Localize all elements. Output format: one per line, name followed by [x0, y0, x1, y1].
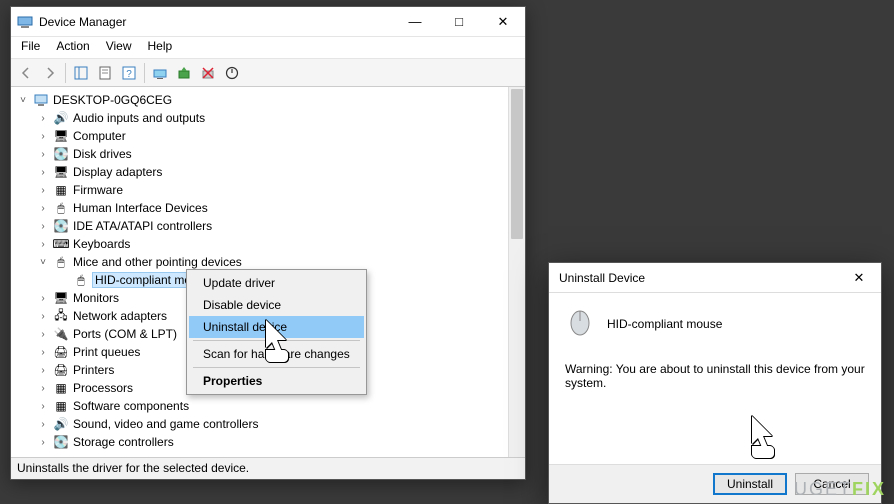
software-icon: ▦ — [53, 398, 69, 414]
chevron-right-icon[interactable]: › — [37, 347, 49, 358]
root-label: DESKTOP-0GQ6CEG — [53, 93, 172, 107]
vertical-scrollbar[interactable] — [508, 87, 525, 457]
toolbar-separator — [65, 63, 66, 83]
chevron-right-icon[interactable]: › — [37, 383, 49, 394]
statusbar: Uninstalls the driver for the selected d… — [11, 457, 525, 479]
tree-category[interactable]: ›🖱Human Interface Devices — [17, 199, 525, 217]
ctx-update-driver[interactable]: Update driver — [189, 272, 364, 294]
mouse-icon: 🖱 — [73, 272, 89, 288]
tree-category[interactable]: ›💽Disk drives — [17, 145, 525, 163]
tree-category[interactable]: ›▦Firmware — [17, 181, 525, 199]
display-icon: 🖥 — [53, 164, 69, 180]
tree-category[interactable]: ›🔊Sound, video and game controllers — [17, 415, 525, 433]
dialog-close-button[interactable]: ✕ — [837, 263, 881, 293]
disk-icon: 💽 — [53, 146, 69, 162]
menubar: File Action View Help — [11, 37, 525, 59]
maximize-button[interactable]: □ — [437, 7, 481, 37]
audio-icon: 🔊 — [53, 110, 69, 126]
tree-root[interactable]: ˅ DESKTOP-0GQ6CEG — [17, 91, 525, 109]
printer-icon: 🖨 — [53, 362, 69, 378]
menu-file[interactable]: File — [13, 37, 48, 58]
close-button[interactable]: ✕ — [481, 7, 525, 37]
update-driver-button[interactable] — [173, 62, 195, 84]
chevron-right-icon[interactable]: › — [37, 401, 49, 412]
context-separator — [193, 367, 360, 368]
window-title: Device Manager — [39, 15, 393, 29]
storage-icon: 💽 — [53, 434, 69, 450]
context-separator — [193, 340, 360, 341]
chevron-right-icon[interactable]: › — [37, 167, 49, 178]
chevron-right-icon[interactable]: › — [37, 113, 49, 124]
scan-hardware-button[interactable] — [149, 62, 171, 84]
chevron-right-icon[interactable]: › — [37, 149, 49, 160]
chevron-right-icon[interactable]: › — [37, 419, 49, 430]
scrollbar-thumb[interactable] — [511, 89, 523, 239]
computer-icon — [33, 92, 49, 108]
dialog-device-name: HID-compliant mouse — [607, 317, 722, 331]
app-icon — [17, 14, 33, 30]
ctx-scan-hardware[interactable]: Scan for hardware changes — [189, 343, 364, 365]
chevron-down-icon[interactable]: ˅ — [37, 257, 49, 268]
toolbar: ? — [11, 59, 525, 87]
context-menu: Update driver Disable device Uninstall d… — [186, 269, 367, 395]
chevron-right-icon[interactable]: › — [37, 437, 49, 448]
network-icon: 🖧 — [53, 308, 69, 324]
minimize-button[interactable]: — — [393, 7, 437, 37]
chevron-right-icon[interactable]: › — [37, 203, 49, 214]
ctx-uninstall-device[interactable]: Uninstall device — [189, 316, 364, 338]
chevron-right-icon[interactable]: › — [37, 185, 49, 196]
chevron-right-icon[interactable]: › — [37, 221, 49, 232]
chevron-right-icon[interactable]: › — [37, 239, 49, 250]
computer-icon: 🖥 — [53, 128, 69, 144]
monitor-icon: 🖥 — [53, 290, 69, 306]
tree-category[interactable]: ›▦Software components — [17, 397, 525, 415]
tree-category[interactable]: ›⌨Keyboards — [17, 235, 525, 253]
chevron-right-icon[interactable]: › — [37, 311, 49, 322]
ide-icon: 💽 — [53, 218, 69, 234]
watermark: UGETFIX — [794, 479, 886, 500]
print-queue-icon: 🖨 — [53, 344, 69, 360]
ctx-properties[interactable]: Properties — [189, 370, 364, 392]
device-manager-window: Device Manager — □ ✕ File Action View He… — [10, 6, 526, 480]
mouse-icon: 🖱 — [53, 254, 69, 270]
menu-action[interactable]: Action — [48, 37, 97, 58]
dialog-title: Uninstall Device — [549, 271, 837, 285]
tree-category[interactable]: ›💽IDE ATA/ATAPI controllers — [17, 217, 525, 235]
forward-button[interactable] — [39, 62, 61, 84]
menu-view[interactable]: View — [98, 37, 140, 58]
uninstall-dialog: Uninstall Device ✕ HID-compliant mouse W… — [548, 262, 882, 504]
sound-icon: 🔊 — [53, 416, 69, 432]
chevron-down-icon[interactable]: ˅ — [17, 95, 29, 106]
firmware-icon: ▦ — [53, 182, 69, 198]
ctx-disable-device[interactable]: Disable device — [189, 294, 364, 316]
tree-category[interactable]: ›🖥Computer — [17, 127, 525, 145]
toolbar-separator — [144, 63, 145, 83]
tree-category[interactable]: ›💽Storage controllers — [17, 433, 525, 451]
keyboard-icon: ⌨ — [53, 236, 69, 252]
show-hide-tree-button[interactable] — [70, 62, 92, 84]
uninstall-button[interactable] — [197, 62, 219, 84]
titlebar[interactable]: Device Manager — □ ✕ — [11, 7, 525, 37]
chevron-right-icon[interactable]: › — [37, 329, 49, 340]
uninstall-button[interactable]: Uninstall — [713, 473, 787, 495]
hid-icon: 🖱 — [53, 200, 69, 216]
dialog-warning-text: Warning: You are about to uninstall this… — [565, 362, 865, 390]
port-icon: 🔌 — [53, 326, 69, 342]
tree-category[interactable]: ›🖥Display adapters — [17, 163, 525, 181]
tree-category[interactable]: ›🔊Audio inputs and outputs — [17, 109, 525, 127]
chevron-right-icon[interactable]: › — [37, 293, 49, 304]
processor-icon: ▦ — [53, 380, 69, 396]
chevron-right-icon[interactable]: › — [37, 131, 49, 142]
menu-help[interactable]: Help — [140, 37, 181, 58]
help-button[interactable]: ? — [118, 62, 140, 84]
chevron-right-icon[interactable]: › — [37, 365, 49, 376]
properties-button[interactable] — [94, 62, 116, 84]
mouse-large-icon — [565, 307, 595, 340]
disable-button[interactable] — [221, 62, 243, 84]
dialog-titlebar[interactable]: Uninstall Device ✕ — [549, 263, 881, 293]
back-button[interactable] — [15, 62, 37, 84]
svg-text:?: ? — [126, 69, 132, 80]
